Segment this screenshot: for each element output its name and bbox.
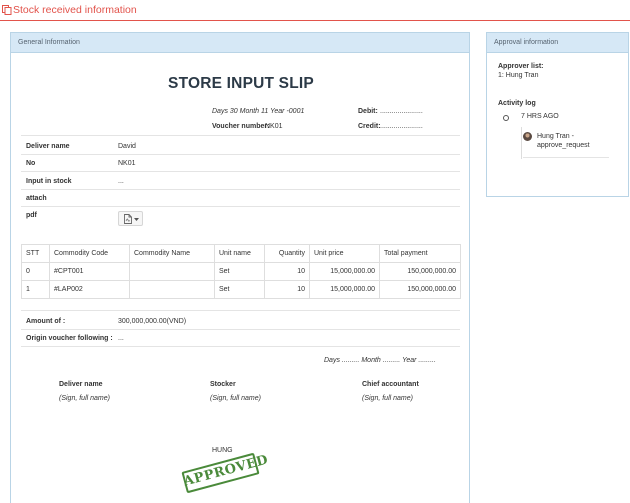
no-value: NK01 — [118, 160, 136, 167]
signer-title: Chief accountant — [362, 381, 419, 388]
table-row: 1 #LAP002 Set 10 15,000,000.00 150,000,0… — [21, 280, 461, 299]
general-information-header: General Information — [11, 33, 469, 53]
page-header: Stock received information — [0, 0, 630, 21]
deliver-name-label: Deliver name — [26, 143, 70, 150]
amount-value: 300,000,000.00(VND) — [118, 318, 187, 325]
debit-value: ...................... — [380, 108, 423, 115]
table-cell: Set — [214, 280, 265, 299]
slip-title: STORE INPUT SLIP — [168, 75, 314, 92]
page-title: Stock received information — [13, 4, 137, 16]
divider — [523, 157, 609, 158]
column-header: Unit price — [309, 244, 380, 263]
table-row: 0 #CPT001 Set 10 15,000,000.00 150,000,0… — [21, 262, 461, 281]
table-cell: 15,000,000.00 — [309, 280, 380, 299]
divider — [21, 346, 460, 347]
signer-name: HUNG — [212, 447, 233, 454]
signer-title: Stocker — [210, 381, 236, 388]
debit-label: Debit: — [358, 108, 378, 115]
pdf-label: pdf — [26, 212, 37, 219]
table-cell: 150,000,000.00 — [379, 262, 461, 281]
input-in-stock-label: Input in stock — [26, 178, 72, 185]
table-cell: 150,000,000.00 — [379, 280, 461, 299]
signer-note: (Sign, full name) — [210, 395, 261, 402]
table-cell — [129, 280, 215, 299]
activity-log-label: Activity log — [498, 100, 536, 107]
table-cell: 10 — [264, 280, 310, 299]
no-label: No — [26, 160, 36, 167]
column-header: Commodity Name — [129, 244, 215, 263]
approval-information-panel: Approval information Approver list: 1: H… — [486, 32, 629, 197]
divider — [21, 154, 460, 155]
caret-down-icon — [134, 218, 139, 221]
timeline-dot-icon — [503, 115, 509, 121]
voucher-label: Voucher number: — [212, 123, 270, 130]
origin-voucher-label: Origin voucher following : — [26, 335, 113, 342]
divider — [21, 189, 460, 190]
activity-user: Hung Tran - — [537, 133, 574, 140]
table-cell: #LAP002 — [49, 280, 130, 299]
table-cell: 15,000,000.00 — [309, 262, 380, 281]
column-header: Commodity Code — [49, 244, 130, 263]
divider — [21, 329, 460, 330]
column-header: STT — [21, 244, 50, 263]
amount-label: Amount of : — [26, 318, 66, 325]
sign-date: Days ......... Month ......... Year ....… — [324, 357, 436, 364]
column-header: Unit name — [214, 244, 265, 263]
copy-icon — [2, 5, 12, 15]
credit-value: ...................... — [380, 123, 423, 130]
signer-note: (Sign, full name) — [59, 395, 110, 402]
divider — [21, 171, 460, 172]
table-cell: 10 — [264, 262, 310, 281]
table-cell — [129, 262, 215, 281]
table-header-row: STT Commodity Code Commodity Name Unit n… — [21, 244, 461, 263]
approver-list-label: Approver list: — [498, 63, 544, 70]
attach-label: attach — [26, 195, 47, 202]
approver-entry: 1: Hung Tran — [498, 72, 539, 79]
pdf-file-icon — [124, 214, 132, 224]
table-cell: Set — [214, 262, 265, 281]
signer-note: (Sign, full name) — [362, 395, 413, 402]
items-table: STT Commodity Code Commodity Name Unit n… — [21, 244, 461, 299]
column-header: Quantity — [264, 244, 310, 263]
divider — [21, 135, 460, 136]
avatar — [523, 132, 532, 141]
table-cell: 1 — [21, 280, 50, 299]
signer-title: Deliver name — [59, 381, 103, 388]
divider — [21, 310, 460, 311]
activity-action: approve_request — [537, 142, 590, 149]
table-cell: #CPT001 — [49, 262, 130, 281]
slip-date: Days 30 Month 11 Year -0001 — [212, 108, 305, 115]
input-in-stock-value: ... — [118, 178, 124, 185]
origin-voucher-value: ... — [118, 335, 124, 342]
voucher-value: NK01 — [265, 123, 283, 130]
pdf-download-button[interactable] — [118, 211, 143, 226]
timeline-line — [521, 127, 522, 159]
general-information-panel: General Information STORE INPUT SLIP Day… — [10, 32, 470, 503]
table-cell: 0 — [21, 262, 50, 281]
credit-label: Credit: — [358, 123, 381, 130]
deliver-name-value: David — [118, 143, 136, 150]
activity-time: 7 HRS AGO — [521, 113, 559, 120]
column-header: Total payment — [379, 244, 461, 263]
divider — [21, 206, 460, 207]
approval-information-header: Approval information — [487, 33, 628, 53]
